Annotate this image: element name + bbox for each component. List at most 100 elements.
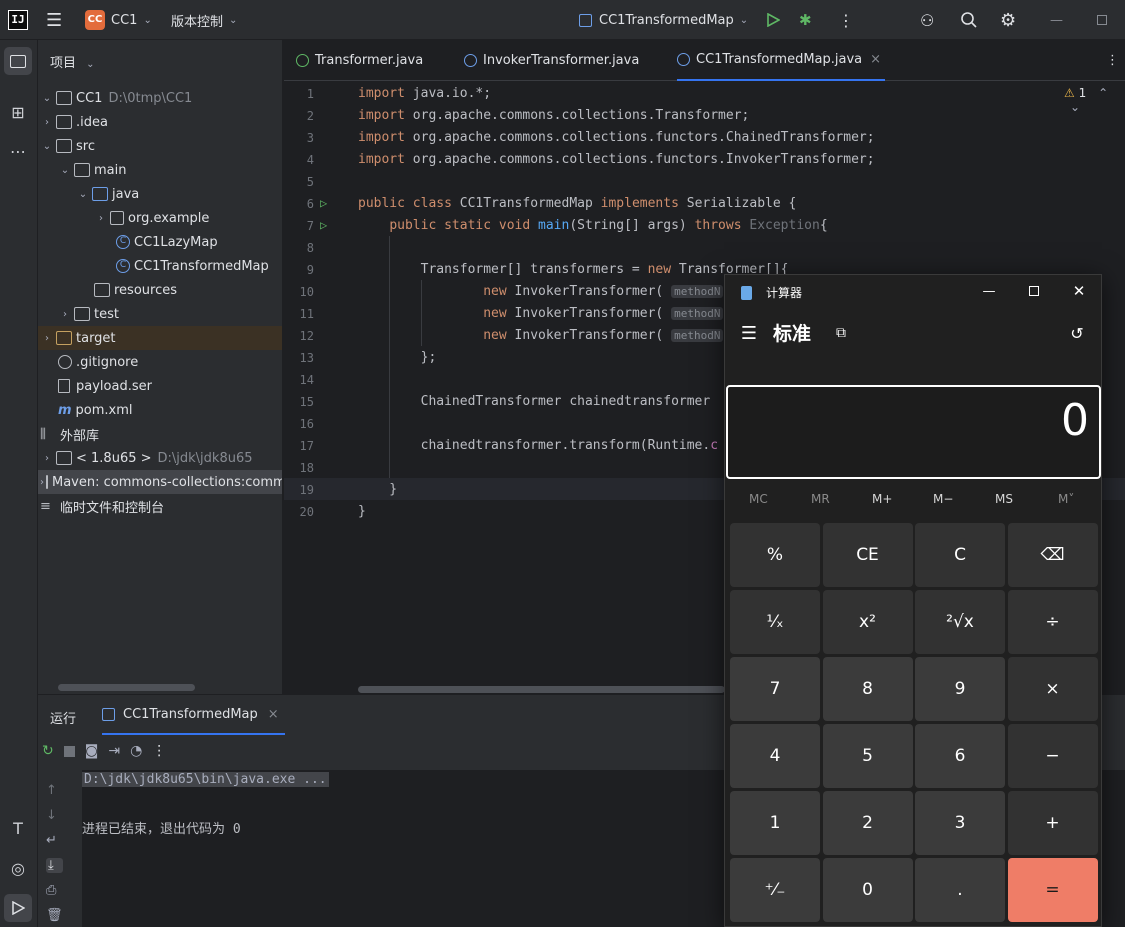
tab-cc1transformedmap-java[interactable]: CC1TransformedMap.java × <box>677 40 886 81</box>
memory-subtract-button[interactable]: M− <box>933 492 953 506</box>
tab-invokertransformer-java[interactable]: InvokerTransformer.java <box>464 40 639 81</box>
tree-item-gitignore[interactable]: .gitignore <box>38 350 282 374</box>
calc-key-minus[interactable]: − <box>1007 724 1098 788</box>
tab-options-button[interactable]: ⋮ <box>1106 40 1119 81</box>
calc-key-four[interactable]: 4 <box>730 724 820 788</box>
tree-item-scratches[interactable]: ≡ 临时文件和控制台 <box>38 494 282 518</box>
calc-key-one[interactable]: 1 <box>730 791 820 855</box>
calc-key-nine[interactable]: 9 <box>915 657 1005 721</box>
calc-key-six[interactable]: 6 <box>915 724 1005 788</box>
more-vertical-icon[interactable]: ⋮ <box>152 743 166 759</box>
tab-transformer-java[interactable]: Transformer.java <box>296 40 423 81</box>
project-selector[interactable]: CC CC1 ⌄ <box>85 8 152 32</box>
tree-item-jdk[interactable]: › < 1.8u65 > D:\jdk\jdk8u65 <box>38 446 282 470</box>
history-button[interactable]: ↺ <box>1065 321 1089 345</box>
scroll-to-end-icon[interactable]: ⤓ <box>46 858 63 873</box>
calc-key-equals[interactable]: = <box>1007 858 1098 922</box>
calc-key-plus[interactable]: + <box>1007 791 1098 855</box>
more-actions-button[interactable]: ⋮ <box>838 8 854 32</box>
tree-item-resources[interactable]: resources <box>38 278 282 302</box>
calc-key-reciprocal[interactable]: ¹⁄ₓ <box>730 590 820 654</box>
horizontal-scrollbar[interactable] <box>58 684 195 691</box>
calc-key-clear-entry[interactable]: CE <box>822 523 913 587</box>
tree-item-target[interactable]: › target <box>38 326 282 350</box>
close-tab-icon[interactable]: × <box>268 707 279 722</box>
calculator-app-icon <box>741 285 752 300</box>
calc-key-zero[interactable]: 0 <box>822 858 913 922</box>
editor-horizontal-scrollbar[interactable] <box>358 686 725 693</box>
calc-key-three[interactable]: 3 <box>915 791 1005 855</box>
tree-item-cc1lazymap[interactable]: C CC1LazyMap <box>38 230 282 254</box>
tree-item-maven-lib[interactable]: › Maven: commons-collections:commons-col… <box>38 470 282 494</box>
memory-clear-button[interactable]: MC <box>749 492 768 506</box>
tree-item-main[interactable]: ⌄ main <box>38 158 282 182</box>
minimize-button[interactable]: — <box>1050 8 1063 32</box>
calc-close-button[interactable]: ✕ <box>1067 281 1091 301</box>
run-gutter-icon[interactable]: ▷ <box>320 218 327 232</box>
main-menu-button[interactable]: ☰ <box>46 8 62 32</box>
rerun-icon[interactable]: ↻ <box>42 743 54 759</box>
structure-tool-button[interactable]: ⊞ <box>4 98 32 126</box>
maximize-button[interactable] <box>1097 8 1107 32</box>
calc-key-square[interactable]: x² <box>822 590 913 654</box>
search-button[interactable] <box>960 8 978 32</box>
build-tool-button[interactable]: T <box>4 814 32 842</box>
keep-on-top-button[interactable]: ⧉ <box>831 321 851 345</box>
add-user-button[interactable]: ⚇ <box>920 8 934 32</box>
calc-maximize-button[interactable] <box>1022 281 1046 301</box>
inspection-widget[interactable]: ⚠ 1 ⌃ ⌄ <box>1064 86 1125 114</box>
tree-item-payload-ser[interactable]: payload.ser <box>38 374 282 398</box>
calc-key-percent[interactable]: % <box>730 523 820 587</box>
settings-button[interactable]: ⚙ <box>1000 8 1016 32</box>
arrow-down-icon[interactable]: ↓ <box>46 808 63 823</box>
tree-item-cc1transformedmap[interactable]: C CC1TransformedMap <box>38 254 282 278</box>
memory-store-button[interactable]: MS <box>995 492 1013 506</box>
calc-key-multiply[interactable]: × <box>1007 657 1098 721</box>
calc-key-negate[interactable]: ⁺⁄₋ <box>730 858 820 922</box>
run-tool-button[interactable] <box>4 894 32 922</box>
memory-add-button[interactable]: M+ <box>872 492 892 506</box>
soft-wrap-icon[interactable]: ↵ <box>46 833 63 848</box>
calc-key-backspace[interactable]: ⌫ <box>1007 523 1098 587</box>
calc-key-two[interactable]: 2 <box>822 791 913 855</box>
debug-button[interactable]: ✱ <box>799 8 812 32</box>
dashboard-icon[interactable]: ◔ <box>130 743 142 759</box>
line-number: 16 <box>299 417 314 431</box>
calc-minimize-button[interactable]: — <box>977 281 1001 301</box>
services-tool-button[interactable]: ◎ <box>4 854 32 882</box>
camera-icon[interactable]: ◙ <box>85 743 99 759</box>
restore-layout-icon[interactable]: ⇥ <box>108 743 120 759</box>
trash-icon[interactable]: 🗑 <box>46 908 63 923</box>
run-gutter-icon[interactable]: ▷ <box>320 196 327 210</box>
print-icon[interactable]: ⎙ <box>46 883 63 898</box>
tree-item-project-root[interactable]: ⌄ CC1 D:\0tmp\CC1 <box>38 86 282 110</box>
calc-key-five[interactable]: 5 <box>822 724 913 788</box>
app-logo[interactable]: IJ <box>8 8 28 32</box>
calc-key-eight[interactable]: 8 <box>822 657 913 721</box>
stop-icon[interactable] <box>63 746 75 757</box>
vcs-menu[interactable]: 版本控制 ⌄ <box>171 8 237 32</box>
calc-key-clear[interactable]: C <box>915 523 1005 587</box>
calc-key-divide[interactable]: ÷ <box>1007 590 1098 654</box>
memory-recall-button[interactable]: MR <box>811 492 830 506</box>
run-tab-cc1transformedmap[interactable]: CC1TransformedMap × <box>102 695 285 735</box>
calc-nav-button[interactable]: ☰ <box>737 321 761 345</box>
calc-key-seven[interactable]: 7 <box>730 657 820 721</box>
calc-key-square-root[interactable]: ²√x <box>915 590 1005 654</box>
close-tab-icon[interactable]: × <box>870 52 881 67</box>
tree-item-idea[interactable]: › .idea <box>38 110 282 134</box>
project-panel-header[interactable]: 项目 ⌄ <box>50 52 95 71</box>
more-tools-button[interactable]: ⋯ <box>4 137 32 165</box>
arrow-up-icon[interactable]: ↑ <box>46 783 63 798</box>
tree-item-src[interactable]: ⌄ src <box>38 134 282 158</box>
run-button[interactable] <box>766 8 780 32</box>
calc-key-decimal[interactable]: . <box>915 858 1005 922</box>
tree-item-test[interactable]: › test <box>38 302 282 326</box>
tree-item-pom-xml[interactable]: m pom.xml <box>38 398 282 422</box>
memory-list-button[interactable]: M˅ <box>1058 492 1074 506</box>
tree-item-java[interactable]: ⌄ java <box>38 182 282 206</box>
project-tool-button[interactable] <box>4 47 32 75</box>
tree-item-org-example[interactable]: › org.example <box>38 206 282 230</box>
run-config-selector[interactable]: CC1TransformedMap ⌄ <box>579 8 748 32</box>
tree-item-external-libraries[interactable]: ⫼ 外部库 <box>38 422 282 446</box>
